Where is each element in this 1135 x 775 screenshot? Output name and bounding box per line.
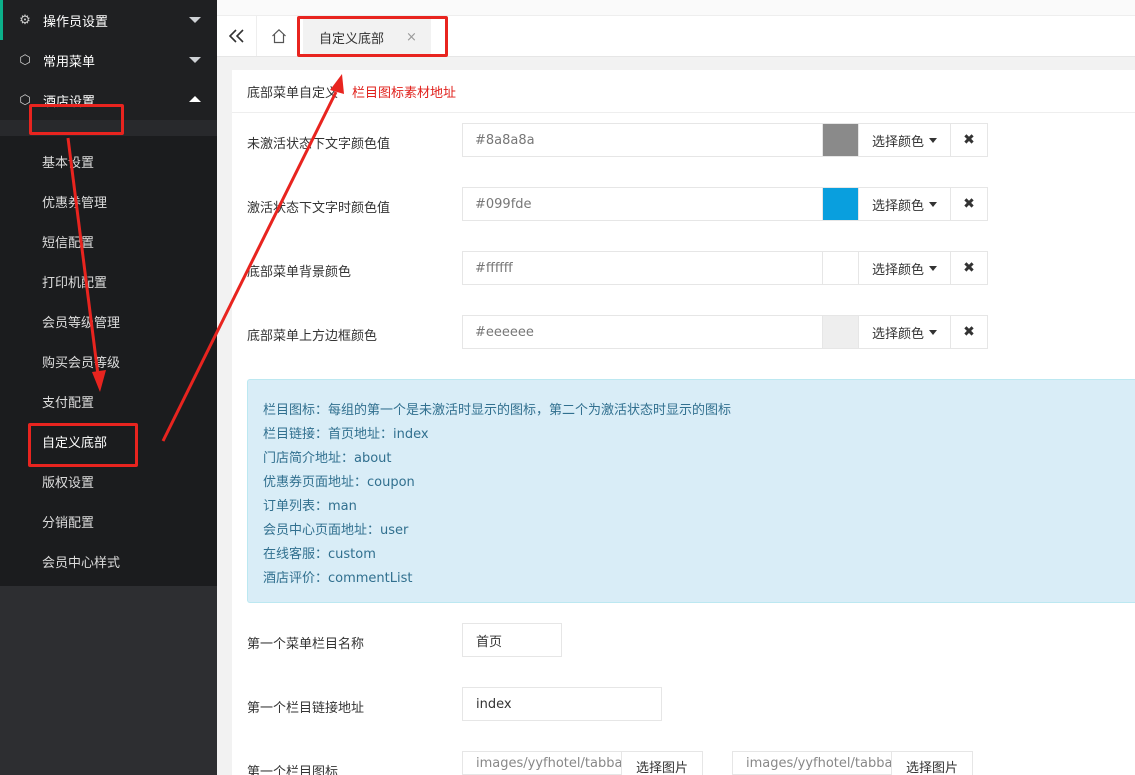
chevron-down-icon bbox=[189, 57, 201, 63]
field-label: 未激活状态下文字颜色值 bbox=[247, 136, 391, 152]
annotation-box-hotel-settings bbox=[29, 104, 124, 135]
icon-inactive-path-input[interactable]: images/yyfhotel/tabbar/ bbox=[462, 751, 622, 775]
color-row-top-border: 底部菜单上方边框颜色 bbox=[247, 315, 462, 349]
clear-color-button[interactable]: ✖ bbox=[951, 123, 988, 157]
info-line: 栏目链接：首页地址：index bbox=[263, 427, 429, 442]
info-line: 酒店评价：commentList bbox=[263, 571, 413, 586]
sidebar-item-coupon-management[interactable]: 优惠券管理 bbox=[0, 181, 217, 221]
pick-color-button[interactable]: 选择颜色 bbox=[858, 315, 951, 349]
sidebar-item-copyright-settings[interactable]: 版权设置 bbox=[0, 461, 217, 501]
sidebar-bottom-area bbox=[0, 586, 217, 775]
color-picker-top-border: #eeeeee 选择颜色 ✖ bbox=[462, 315, 988, 349]
sidebar-item-payment-config[interactable]: 支付配置 bbox=[0, 381, 217, 421]
icon-active-path-input[interactable]: images/yyfhotel/tabbar/ bbox=[732, 751, 892, 775]
info-line: 门店简介地址：about bbox=[263, 451, 392, 466]
info-line: 订单列表：man bbox=[263, 499, 357, 514]
caret-down-icon bbox=[929, 265, 937, 271]
pick-color-label: 选择颜色 bbox=[871, 134, 924, 150]
home-icon bbox=[271, 28, 286, 44]
clear-color-button[interactable]: ✖ bbox=[951, 315, 988, 349]
color-picker-inactive-text: #8a8a8a 选择颜色 ✖ bbox=[462, 123, 988, 157]
sidebar-item-member-level-management[interactable]: 会员等级管理 bbox=[0, 301, 217, 341]
sidebar-item-sms-config[interactable]: 短信配置 bbox=[0, 221, 217, 261]
cube-icon: ⬡ bbox=[19, 52, 31, 68]
menu1-name-row: 第一个菜单栏目名称 bbox=[247, 623, 462, 657]
color-swatch bbox=[822, 251, 858, 285]
color-input[interactable]: #ffffff bbox=[462, 251, 822, 285]
sidebar-group-operator-settings[interactable]: ⚙ 操作员设置 bbox=[0, 0, 217, 40]
field-label: 底部菜单上方边框颜色 bbox=[247, 328, 378, 344]
color-input[interactable]: #eeeeee bbox=[462, 315, 822, 349]
field-label: 第一个栏目图标 bbox=[247, 764, 339, 775]
sidebar-item-buy-member-level[interactable]: 购买会员等级 bbox=[0, 341, 217, 381]
annotation-box-custom-footer bbox=[28, 423, 138, 467]
menu1-link-row: 第一个栏目链接地址 bbox=[247, 687, 462, 721]
color-input[interactable]: #8a8a8a bbox=[462, 123, 822, 157]
info-alert: 栏目图标：每组的第一个是未激活时显示的图标，第二个为激活状态时显示的图标 栏目链… bbox=[247, 379, 1135, 603]
menu1-name-input[interactable]: 首页 bbox=[462, 623, 562, 657]
color-input[interactable]: #099fde bbox=[462, 187, 822, 221]
field-label: 激活状态下文字时颜色值 bbox=[247, 200, 391, 216]
card-title: 底部菜单自定义 bbox=[247, 85, 339, 101]
field-label: 第一个菜单栏目名称 bbox=[247, 636, 365, 652]
sidebar-item-printer-config[interactable]: 打印机配置 bbox=[0, 261, 217, 301]
info-line: 会员中心页面地址：user bbox=[263, 523, 409, 538]
gear-icon: ⚙ bbox=[19, 12, 31, 28]
color-swatch bbox=[822, 123, 858, 157]
choose-image-button-active[interactable]: 选择图片 bbox=[891, 751, 973, 775]
pick-color-label: 选择颜色 bbox=[871, 262, 924, 278]
pick-color-label: 选择颜色 bbox=[871, 198, 924, 214]
sidebar-item-basic-settings[interactable]: 基本设置 bbox=[0, 141, 217, 181]
pick-color-button[interactable]: 选择颜色 bbox=[858, 187, 951, 221]
sidebar-item-distribution-config[interactable]: 分销配置 bbox=[0, 501, 217, 541]
color-picker-active-text: #099fde 选择颜色 ✖ bbox=[462, 187, 988, 221]
icon-assets-link[interactable]: 栏目图标素材地址 bbox=[352, 82, 456, 101]
info-line: 优惠券页面地址：coupon bbox=[263, 475, 415, 490]
color-row-inactive-text: 未激活状态下文字颜色值 bbox=[247, 123, 462, 157]
color-swatch bbox=[822, 315, 858, 349]
pick-color-label: 选择颜色 bbox=[871, 326, 924, 342]
sidebar-group-label: 常用菜单 bbox=[43, 54, 96, 70]
color-swatch bbox=[822, 187, 858, 221]
clear-color-button[interactable]: ✖ bbox=[951, 187, 988, 221]
sidebar-sub-list: 基本设置 优惠券管理 短信配置 打印机配置 会员等级管理 购买会员等级 支付配置… bbox=[0, 136, 217, 586]
menu1-icon-row: 第一个栏目图标 bbox=[247, 751, 462, 775]
info-line: 栏目图标：每组的第一个是未激活时显示的图标，第二个为激活状态时显示的图标 bbox=[263, 403, 732, 418]
color-row-bg: 底部菜单背景颜色 bbox=[247, 251, 462, 285]
chevron-up-icon bbox=[189, 96, 201, 102]
info-line: 在线客服：custom bbox=[263, 547, 376, 562]
color-row-active-text: 激活状态下文字时颜色值 bbox=[247, 187, 462, 221]
home-tab-button[interactable] bbox=[258, 16, 300, 56]
menu1-link-input[interactable]: index bbox=[462, 687, 662, 721]
sidebar-item-member-center-style[interactable]: 会员中心样式 bbox=[0, 541, 217, 581]
collapse-sidebar-button[interactable] bbox=[217, 16, 257, 56]
card-header: 底部菜单自定义 栏目图标素材地址 bbox=[232, 70, 1135, 113]
caret-down-icon bbox=[929, 201, 937, 207]
caret-down-icon bbox=[929, 329, 937, 335]
main-content: 底部菜单自定义 栏目图标素材地址 未激活状态下文字颜色值 #8a8a8a 选择颜… bbox=[232, 70, 1135, 775]
pick-color-button[interactable]: 选择颜色 bbox=[858, 251, 951, 285]
field-label: 底部菜单背景颜色 bbox=[247, 264, 352, 280]
field-label: 第一个栏目链接地址 bbox=[247, 700, 365, 716]
pick-color-button[interactable]: 选择颜色 bbox=[858, 123, 951, 157]
double-chevron-left-icon bbox=[228, 29, 244, 43]
sidebar-group-common-menu[interactable]: ⬡ 常用菜单 bbox=[0, 40, 217, 80]
sidebar-group-label: 操作员设置 bbox=[43, 14, 109, 30]
annotation-box-active-tab bbox=[297, 16, 448, 57]
color-picker-bg: #ffffff 选择颜色 ✖ bbox=[462, 251, 988, 285]
sidebar-group-list: ⚙ 操作员设置 ⬡ 常用菜单 ⬡ 酒店设置 bbox=[0, 0, 217, 120]
chevron-down-icon bbox=[189, 17, 201, 23]
choose-image-button-inactive[interactable]: 选择图片 bbox=[621, 751, 703, 775]
top-strip bbox=[217, 0, 1135, 16]
caret-down-icon bbox=[929, 137, 937, 143]
clear-color-button[interactable]: ✖ bbox=[951, 251, 988, 285]
